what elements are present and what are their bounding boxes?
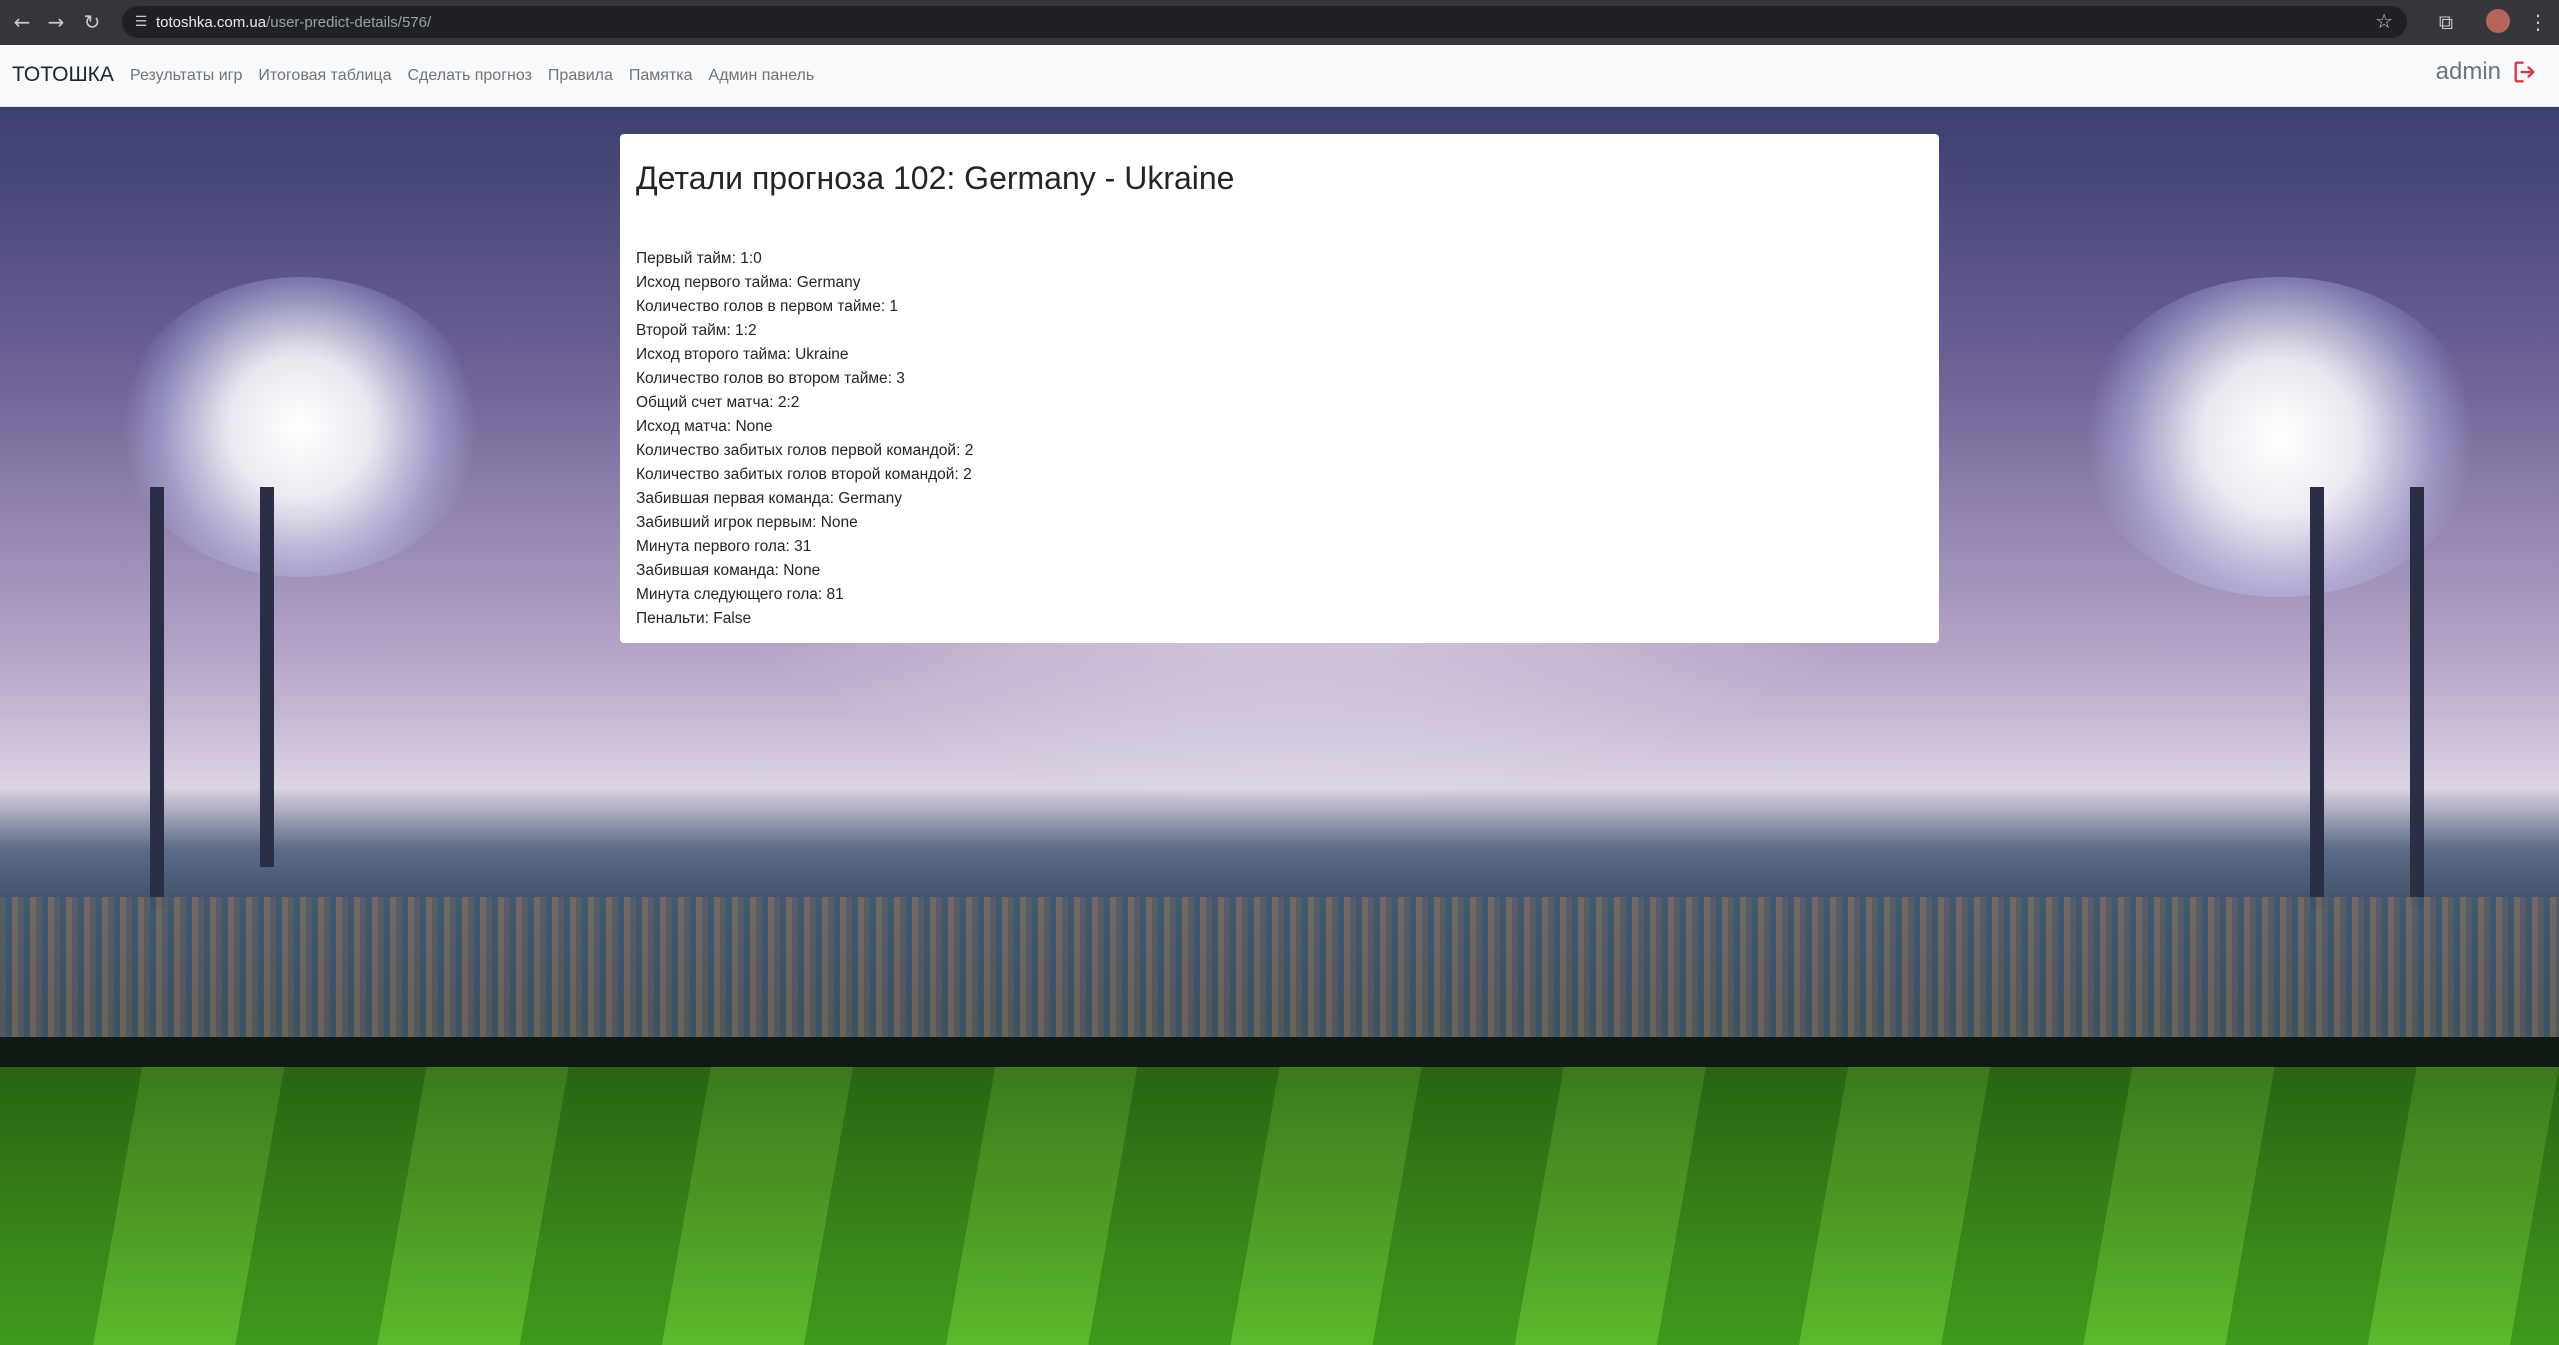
puzzle-icon[interactable]: ⧉	[2432, 8, 2460, 36]
address-bar[interactable]: ☰ totoshka.com.ua/user-predict-details/5…	[122, 6, 2407, 38]
detail-second-half-outcome: Исход второго тайма: Ukraine	[636, 346, 849, 363]
url-path: /user-predict-details/576/	[266, 14, 432, 31]
tune-icon[interactable]: ☰	[132, 13, 150, 31]
floodlight-tower	[260, 487, 274, 867]
detail-team1-goals: Количество забитых голов первой командой…	[636, 442, 974, 459]
detail-first-half-outcome: Исход первого тайма: Germany	[636, 274, 861, 291]
nav-link-make-prediction[interactable]: Сделать прогноз	[407, 67, 531, 85]
detail-penalty: Пенальти: False	[636, 610, 752, 627]
detail-second-half-goals: Количество голов во втором тайме: 3	[636, 370, 905, 387]
page-title: Детали прогноза 102: Germany - Ukraine	[636, 160, 1235, 196]
detail-second-half-score: Второй тайм: 1:2	[636, 322, 757, 339]
avatar[interactable]	[2486, 9, 2510, 33]
pitch-shade	[0, 1067, 2559, 1345]
detail-first-half-goals: Количество голов в первом тайме: 1	[636, 298, 899, 315]
nav-links: Результаты игр Итоговая таблица Сделать …	[130, 67, 814, 85]
prediction-details-list: Первый тайм: 1:0 Исход первого тайма: Ge…	[636, 247, 1923, 631]
url-text[interactable]: totoshka.com.ua/user-predict-details/576…	[156, 14, 431, 31]
brand-logo[interactable]: ТОТОШКА	[12, 63, 114, 87]
prediction-details-card: Детали прогноза 102: Germany - Ukraine П…	[620, 134, 1939, 643]
detail-first-scorer: Забивший игрок первым: None	[636, 514, 858, 531]
nav-link-standings[interactable]: Итоговая таблица	[258, 67, 391, 85]
user-area: admin	[2436, 58, 2539, 86]
stadium-stands	[0, 897, 2559, 1047]
floodlight-left	[120, 277, 480, 577]
nav-link-rules[interactable]: Правила	[548, 67, 613, 85]
detail-first-scoring-team: Забившая первая команда: Germany	[636, 490, 902, 507]
arrow-left-icon[interactable]: ←	[8, 8, 36, 36]
logout-icon[interactable]	[2511, 58, 2539, 86]
detail-first-half-score: Первый тайм: 1:0	[636, 250, 762, 267]
browser-toolbar: ← → ↻ ☰ totoshka.com.ua/user-predict-det…	[0, 0, 2559, 45]
nav-link-results[interactable]: Результаты игр	[130, 67, 242, 85]
detail-total-score: Общий счет матча: 2:2	[636, 394, 800, 411]
nav-link-admin-panel[interactable]: Админ панель	[709, 67, 815, 85]
floodlight-tower	[2410, 487, 2424, 907]
nav-link-memo[interactable]: Памятка	[629, 67, 693, 85]
detail-team2-goals: Количество забитых голов второй командой…	[636, 466, 972, 483]
detail-next-goal-minute: Минута следующего гола: 81	[636, 586, 844, 603]
reload-icon[interactable]: ↻	[78, 8, 106, 36]
site-navbar: ТОТОШКА Результаты игр Итоговая таблица …	[0, 45, 2559, 107]
detail-scoring-team: Забившая команда: None	[636, 562, 821, 579]
kebab-menu-icon[interactable]: ⋮	[2524, 8, 2552, 36]
detail-first-goal-minute: Минута первого гола: 31	[636, 538, 812, 555]
url-host: totoshka.com.ua	[156, 14, 267, 31]
floodlight-tower	[2310, 487, 2324, 907]
detail-match-outcome: Исход матча: None	[636, 418, 773, 435]
username[interactable]: admin	[2436, 58, 2501, 86]
arrow-right-icon[interactable]: →	[42, 8, 70, 36]
star-icon[interactable]: ☆	[2375, 9, 2393, 33]
floodlight-tower	[150, 487, 164, 907]
